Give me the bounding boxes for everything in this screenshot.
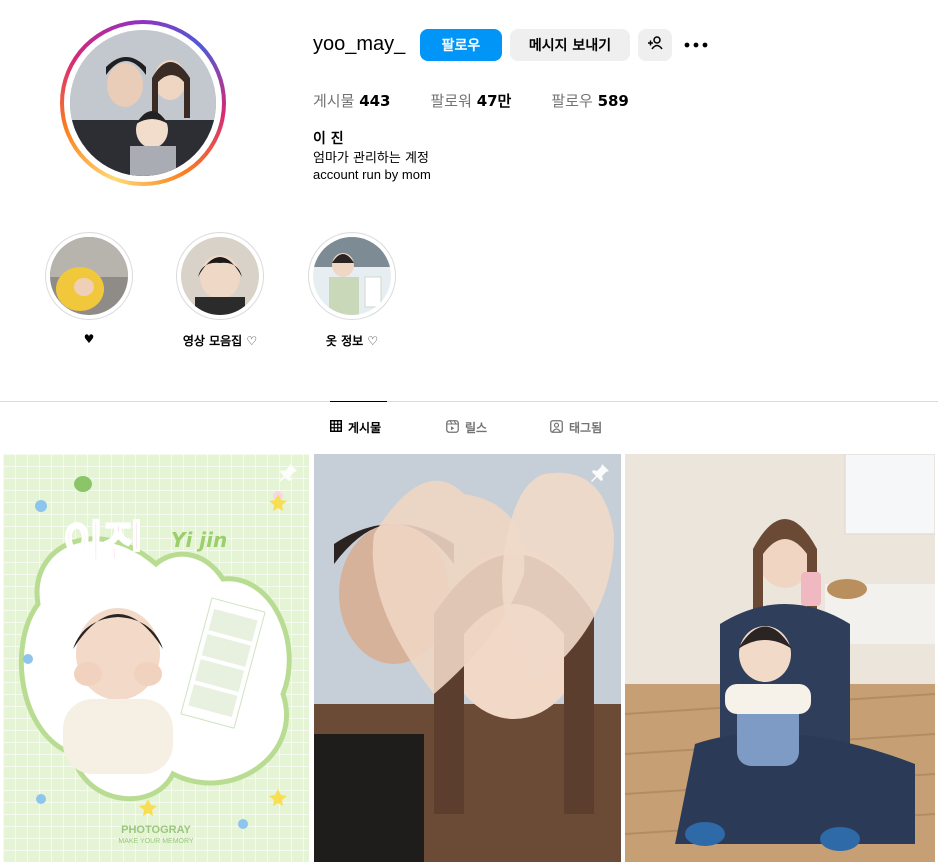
highlight-item[interactable]: 영상 모음집 ♡ bbox=[176, 232, 264, 349]
highlight-label: 옷 정보 ♡ bbox=[325, 334, 379, 348]
tab-reels[interactable]: 릴스 bbox=[446, 419, 487, 436]
profile-full-name: 이 진 bbox=[313, 131, 344, 147]
message-button[interactable]: 메시지 보내기 bbox=[510, 29, 630, 61]
followers-label: 팔로워 bbox=[430, 92, 472, 110]
highlight-label: 영상 모음집 ♡ bbox=[182, 334, 258, 348]
tabs-divider bbox=[0, 401, 938, 402]
pin-icon bbox=[277, 462, 299, 484]
profile-bio-line: account run by mom bbox=[313, 167, 431, 182]
highlight-item[interactable]: ♥ bbox=[45, 232, 133, 346]
following-label: 팔로우 bbox=[551, 92, 593, 110]
post-thumbnail[interactable] bbox=[314, 454, 621, 862]
followers-value: 47만 bbox=[476, 92, 512, 110]
post-title-text: 이진 bbox=[62, 516, 145, 569]
reels-icon bbox=[446, 419, 459, 436]
post-brand-text: PHOTOGRAY bbox=[121, 824, 191, 836]
profile-stats: 게시물 443 팔로워 47만 팔로우 589 bbox=[313, 90, 669, 111]
post-subtitle-text: Yi jin bbox=[171, 528, 228, 552]
posts-count: 게시물 443 bbox=[313, 90, 391, 111]
suggest-user-button[interactable] bbox=[638, 29, 672, 61]
profile-bio-line: 엄마가 관리하는 계정 bbox=[313, 151, 429, 166]
add-user-icon bbox=[647, 35, 663, 55]
following-count[interactable]: 팔로우 589 bbox=[551, 90, 629, 111]
post-thumbnail[interactable] bbox=[625, 454, 935, 862]
following-value: 589 bbox=[597, 92, 629, 110]
highlight-label: ♥ bbox=[83, 332, 95, 346]
pin-icon bbox=[589, 462, 611, 484]
tab-tagged[interactable]: 태그됨 bbox=[550, 419, 602, 436]
followers-count[interactable]: 팔로워 47만 bbox=[431, 90, 512, 111]
follow-button[interactable]: 팔로우 bbox=[420, 29, 502, 61]
highlight-cover bbox=[313, 237, 391, 315]
profile-avatar[interactable] bbox=[60, 20, 226, 186]
post-brand-subtext: MAKE YOUR MEMORY bbox=[118, 838, 194, 845]
avatar-photo bbox=[70, 30, 216, 176]
posts-label: 게시물 bbox=[313, 92, 355, 110]
highlight-item[interactable]: 옷 정보 ♡ bbox=[308, 232, 396, 349]
tab-tagged-label: 태그됨 bbox=[569, 421, 603, 435]
more-options-icon[interactable] bbox=[684, 30, 708, 60]
posts-value: 443 bbox=[359, 92, 391, 110]
tab-posts[interactable]: 게시물 bbox=[330, 419, 381, 436]
tab-posts-label: 게시물 bbox=[348, 421, 382, 435]
post-thumbnail[interactable]: 이진 Yi jin PHOTOGRAY MAKE YOUR MEMORY bbox=[3, 454, 309, 862]
highlight-cover bbox=[50, 237, 128, 315]
tagged-icon bbox=[550, 419, 563, 436]
profile-username: yoo_may_ bbox=[313, 33, 406, 55]
grid-icon bbox=[330, 420, 342, 435]
tab-reels-label: 릴스 bbox=[465, 421, 488, 435]
active-tab-indicator bbox=[330, 401, 387, 402]
highlight-cover bbox=[181, 237, 259, 315]
